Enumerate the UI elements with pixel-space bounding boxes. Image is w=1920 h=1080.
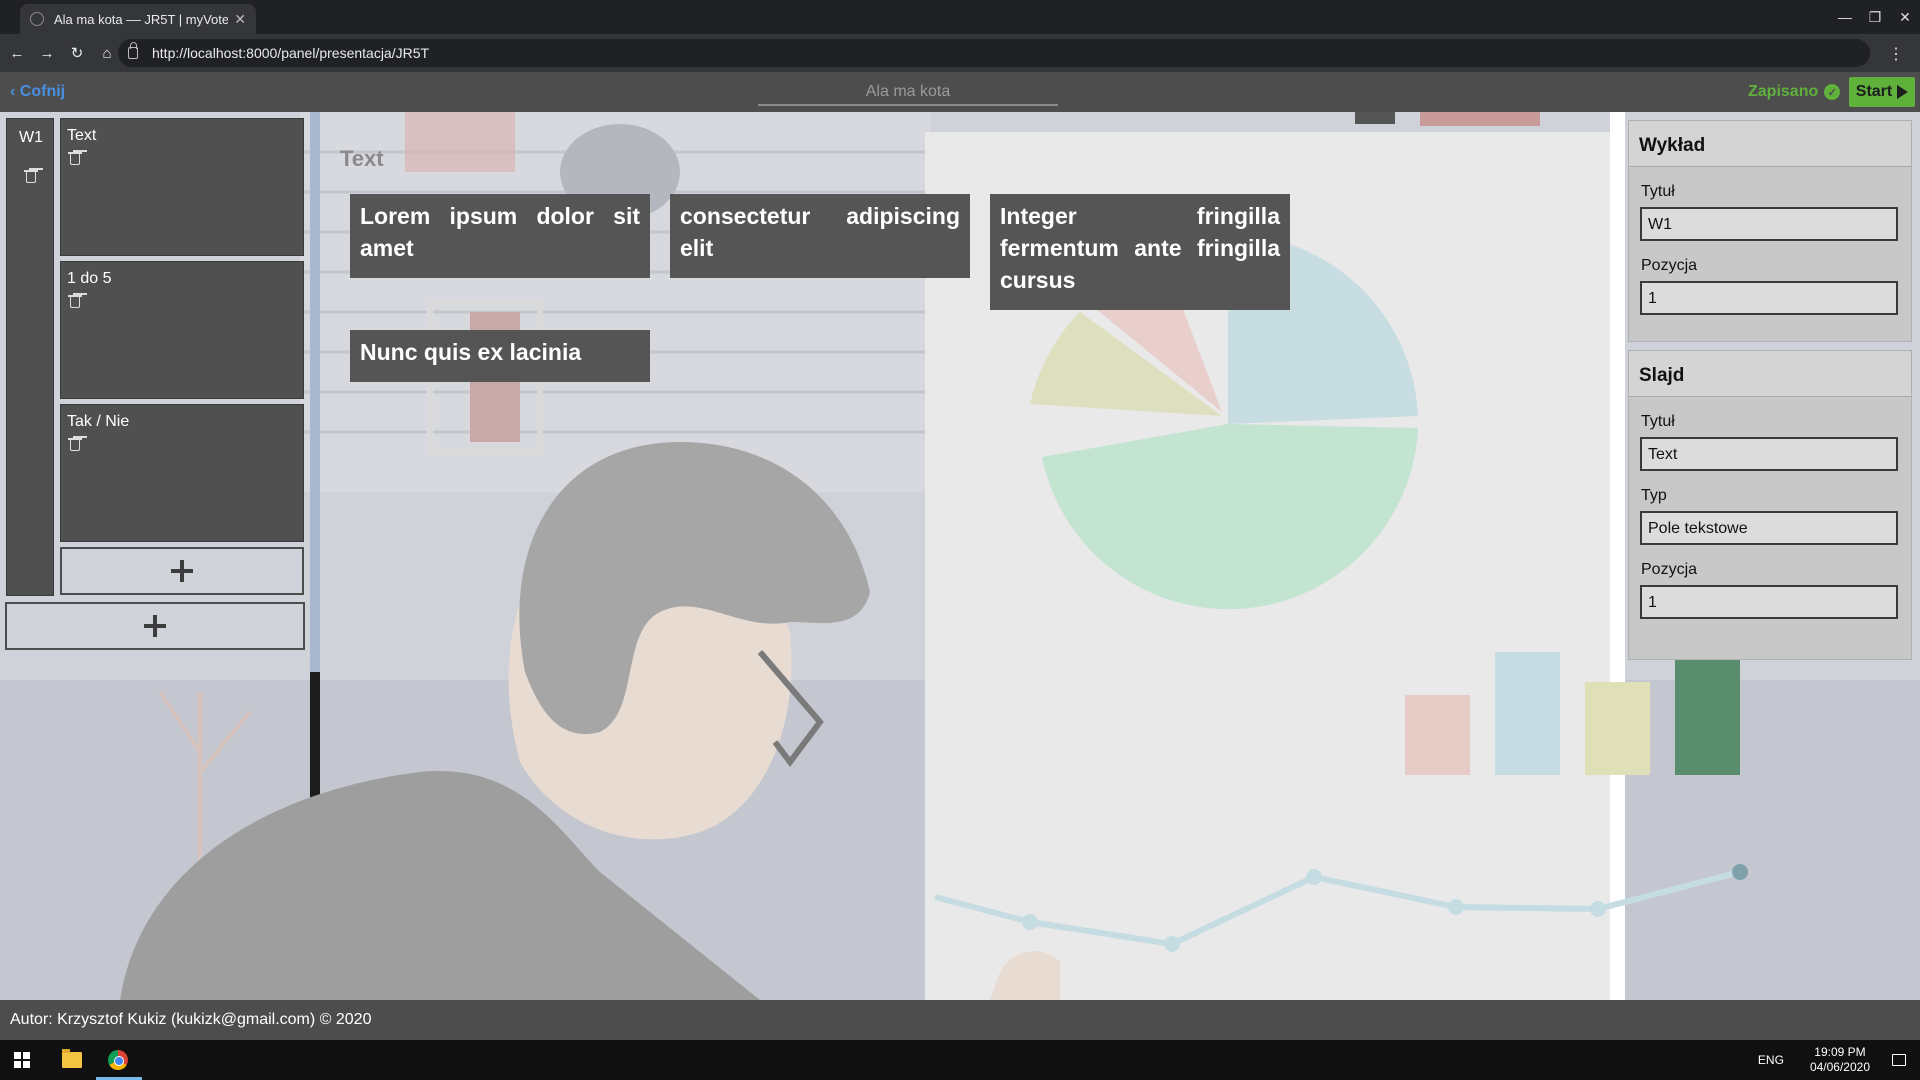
slide-thumbnail-label: 1 do 5 xyxy=(67,270,112,287)
footer: Autor: Krzysztof Kukiz (kukizk@gmail.com… xyxy=(0,1000,1920,1040)
saved-status: Zapisano ✓ xyxy=(1748,83,1841,101)
start-button[interactable]: Start xyxy=(1849,77,1915,107)
text-box-content: Lorem ipsum dolor sit amet xyxy=(360,203,640,261)
tab-title: Ala ma kota –– JR5T | myVote xyxy=(54,11,229,27)
trash-icon[interactable] xyxy=(68,436,82,451)
window-controls: — ❐ ✕ xyxy=(1830,0,1920,34)
add-slide-button[interactable] xyxy=(60,547,304,595)
globe-icon xyxy=(30,12,44,26)
clock[interactable]: 19:09 PM 04/06/2020 xyxy=(1810,1045,1870,1075)
slide-thumbnail-label: Text xyxy=(67,127,97,144)
slide-type-label: Typ xyxy=(1641,487,1667,504)
reload-icon[interactable]: ↻ xyxy=(64,40,90,66)
text-box[interactable]: Integer fringilla fermentum ante fringil… xyxy=(990,194,1290,310)
trash-icon[interactable] xyxy=(68,150,82,165)
presentation-title-input[interactable]: Ala ma kota xyxy=(758,78,1058,106)
saved-label: Zapisano xyxy=(1748,83,1819,100)
slide-properties-panel: Slajd Tytuł Text Typ Pole tekstowe Pozyc… xyxy=(1628,350,1912,660)
trash-icon[interactable] xyxy=(24,168,38,183)
close-window-icon[interactable]: ✕ xyxy=(1890,0,1920,34)
lecture-position-label: Pozycja xyxy=(1641,257,1698,274)
lecture-panel-heading: Wykład xyxy=(1629,121,1911,167)
play-icon xyxy=(1897,85,1909,99)
notifications-icon[interactable] xyxy=(1892,1054,1906,1066)
chevron-left-icon: ‹ xyxy=(10,83,16,100)
browser-toolbar: ← → ↻ ⌂ http://localhost:8000/panel/pres… xyxy=(0,34,1920,72)
browser-tab-bar: Ala ma kota –– JR5T | myVote ✕ — ❐ ✕ xyxy=(0,0,1920,34)
home-icon[interactable]: ⌂ xyxy=(94,40,120,66)
lecture-title-input[interactable]: W1 xyxy=(1640,207,1898,241)
browser-menu-icon[interactable]: ⋮ xyxy=(1888,44,1904,64)
plus-icon xyxy=(171,560,193,582)
slide-thumbnail-label: Tak / Nie xyxy=(67,413,130,430)
app-header: ‹ Cofnij Ala ma kota Zapisano ✓ Start xyxy=(0,72,1920,112)
slide-position-input[interactable]: 1 xyxy=(1640,585,1898,619)
text-box[interactable]: consectetur adipiscing elit xyxy=(670,194,970,278)
text-box[interactable]: Lorem ipsum dolor sit amet xyxy=(350,194,650,278)
slide-thumbnail[interactable]: 1 do 5 xyxy=(60,261,304,399)
slide-title-label: Tytuł xyxy=(1641,413,1675,430)
trash-icon[interactable] xyxy=(68,293,82,308)
text-box-content: Integer fringilla fermentum ante fringil… xyxy=(1000,203,1280,293)
check-circle-icon: ✓ xyxy=(1824,84,1841,100)
text-box-content: Nunc quis ex lacinia xyxy=(360,339,582,365)
slide-type-select[interactable]: Pole tekstowe xyxy=(1640,511,1898,545)
browser-tab[interactable]: Ala ma kota –– JR5T | myVote ✕ xyxy=(20,4,256,34)
start-label: Start xyxy=(1855,83,1893,100)
plus-icon xyxy=(144,615,166,637)
address-bar[interactable]: http://localhost:8000/panel/presentacja/… xyxy=(118,39,1870,67)
slide-thumbnail[interactable]: Tak / Nie xyxy=(60,404,304,542)
slide-title-input[interactable]: Text xyxy=(1640,437,1898,471)
slide-heading: Text xyxy=(340,146,384,171)
taskbar: ENG 19:09 PM 04/06/2020 xyxy=(0,1040,1920,1080)
slide-panel-heading: Slajd xyxy=(1629,351,1911,397)
lecture-label: W1 xyxy=(19,129,43,146)
system-tray: ENG 19:09 PM 04/06/2020 xyxy=(1758,1040,1920,1080)
close-tab-icon[interactable]: ✕ xyxy=(234,11,246,28)
windows-start-icon[interactable] xyxy=(14,1052,30,1068)
add-lecture-button[interactable] xyxy=(5,602,305,650)
file-explorer-icon[interactable] xyxy=(62,1049,82,1068)
chrome-icon[interactable] xyxy=(108,1050,128,1070)
url-text: http://localhost:8000/panel/presentacja/… xyxy=(152,45,430,61)
back-arrow-icon[interactable]: ← xyxy=(4,40,30,66)
clock-time: 19:09 PM xyxy=(1814,1045,1866,1059)
back-button[interactable]: ‹ Cofnij xyxy=(10,83,65,101)
minimize-icon[interactable]: — xyxy=(1830,0,1860,34)
lock-icon xyxy=(128,42,138,59)
back-label: Cofnij xyxy=(19,83,66,100)
restore-icon[interactable]: ❐ xyxy=(1860,0,1890,34)
lecture-position-input[interactable]: 1 xyxy=(1640,281,1898,315)
text-box[interactable]: Nunc quis ex lacinia xyxy=(350,330,650,382)
clock-date: 04/06/2020 xyxy=(1809,1060,1870,1074)
lecture-properties-panel: Wykład Tytuł W1 Pozycja 1 xyxy=(1628,120,1912,342)
slide-position-label: Pozycja xyxy=(1641,561,1698,578)
forward-arrow-icon[interactable]: → xyxy=(34,40,60,66)
lecture-item[interactable]: W1 xyxy=(6,118,54,596)
lecture-title-label: Tytuł xyxy=(1641,183,1675,200)
language-indicator[interactable]: ENG xyxy=(1758,1053,1784,1067)
slide-thumbnail[interactable]: Text xyxy=(60,118,304,256)
text-box-content: consectetur adipiscing elit xyxy=(680,203,960,261)
